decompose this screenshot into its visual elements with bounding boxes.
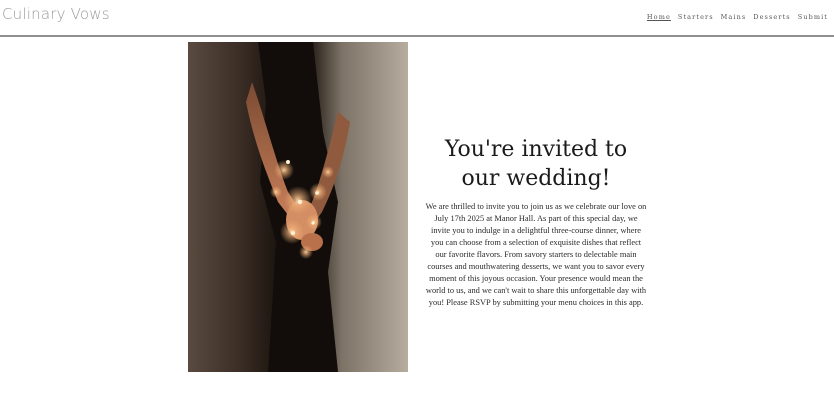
nav-starters[interactable]: Starters [678, 13, 714, 21]
invitation-body: We are thrilled to invite you to join us… [425, 202, 647, 307]
top-header: Culinary Vows Home Starters Mains Desser… [0, 0, 834, 37]
nav-submit[interactable]: Submit [798, 13, 828, 21]
nav-home[interactable]: Home [647, 13, 671, 21]
site-title[interactable]: Culinary Vows [2, 5, 110, 23]
nav-mains[interactable]: Mains [721, 13, 747, 21]
heading-line-1: You're invited to [444, 137, 628, 162]
couple-hands-image [188, 42, 408, 372]
invitation-heading: You're invited to our wedding! [416, 135, 656, 193]
wedding-photo [188, 42, 408, 372]
invitation-section: You're invited to our wedding! We are th… [416, 135, 656, 309]
nav-desserts[interactable]: Desserts [753, 13, 790, 21]
main-nav: Home Starters Mains Desserts Submit [647, 13, 828, 21]
heading-line-2: our wedding! [461, 166, 611, 191]
